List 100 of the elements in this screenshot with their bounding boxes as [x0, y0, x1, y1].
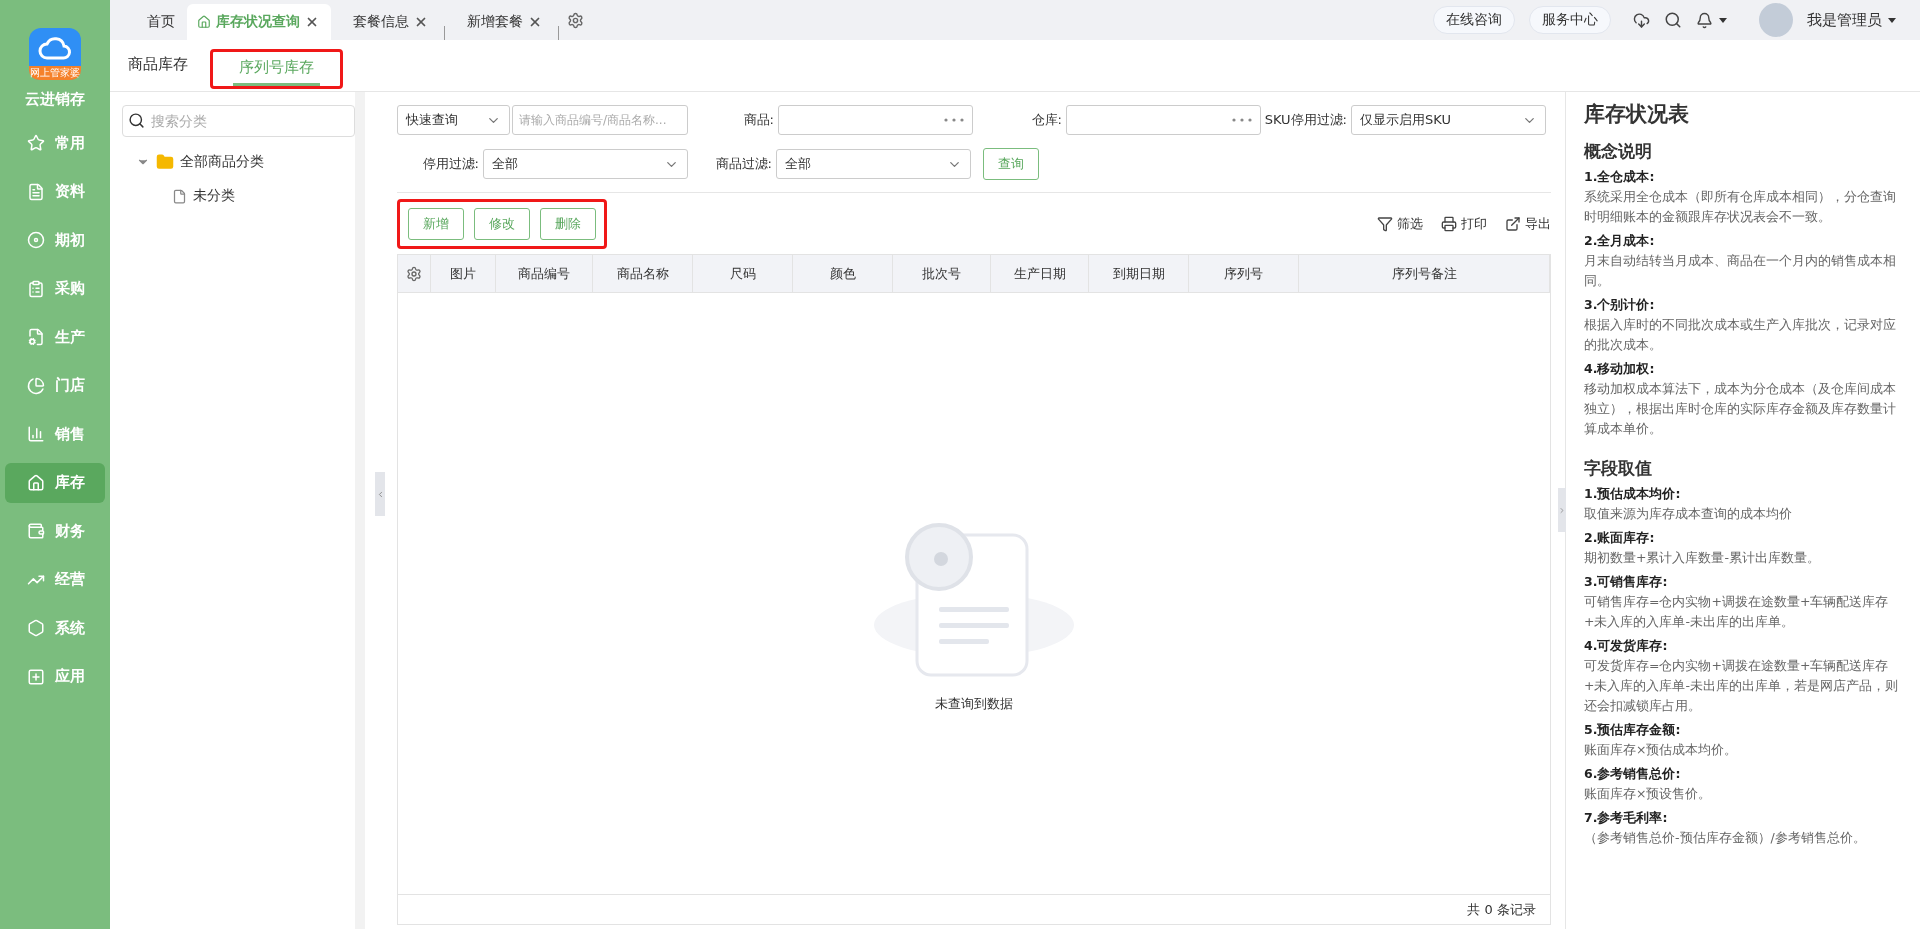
- star-icon: [27, 134, 45, 152]
- cloud-download-icon[interactable]: [1633, 11, 1650, 29]
- page-tab[interactable]: 首页: [125, 4, 187, 40]
- field-label: 停用过滤:: [421, 155, 480, 173]
- info-title: 库存状况表: [1584, 101, 1690, 128]
- query-button[interactable]: 查询: [983, 148, 1039, 180]
- search-icon[interactable]: [1664, 11, 1682, 29]
- toolbar-button[interactable]: 筛选: [1377, 214, 1423, 233]
- term-description: （参考销售总价-预估库存金额）/参考销售总价。: [1584, 829, 1867, 847]
- page-tab[interactable]: 库存状况查询: [187, 4, 331, 40]
- term-label: 4.可发货库存:: [1584, 637, 1669, 655]
- column-header: 颜色: [793, 255, 893, 292]
- term-label: 6.参考销售总价:: [1584, 765, 1682, 783]
- field-label: SKU停用过滤:: [1263, 111, 1348, 129]
- term-label: 2.账面库存:: [1584, 529, 1656, 547]
- nav-item[interactable]: 期初: [5, 220, 105, 260]
- collapse-handle[interactable]: [375, 472, 385, 516]
- settings-icon[interactable]: [567, 11, 584, 29]
- wallet-icon: [27, 522, 45, 540]
- nav-item[interactable]: 常用: [5, 123, 105, 163]
- page-tab[interactable]: 新增套餐: [445, 4, 554, 40]
- term-description: 账面库存×预设售价。: [1584, 785, 1713, 803]
- nav-item[interactable]: 经营: [5, 559, 105, 600]
- scrollbar[interactable]: [355, 92, 365, 929]
- column-header: 商品名称: [593, 255, 693, 292]
- term-description: 月末自动结转当月成本、商品在一个月内的销售成本相同。: [1584, 252, 1897, 290]
- field-label: 商品过滤:: [714, 155, 773, 173]
- export-icon: [1505, 215, 1521, 232]
- term-description: 取值来源为库存成本查询的成本均价: [1584, 505, 1793, 523]
- settings-icon[interactable]: [406, 265, 422, 282]
- action-button[interactable]: 修改: [474, 207, 530, 240]
- empty-message: 未查询到数据: [935, 694, 1013, 713]
- header-button[interactable]: 服务中心: [1529, 6, 1611, 34]
- printer-icon: [1441, 215, 1457, 232]
- bar-chart-icon: [27, 425, 45, 443]
- sub-tab[interactable]: 序列号库存: [233, 52, 320, 86]
- sku-filter-select[interactable]: 仅显示启用SKU: [1351, 105, 1546, 135]
- toolbar-button[interactable]: 打印: [1441, 214, 1487, 233]
- tree-item[interactable]: 全部商品分类: [180, 153, 264, 171]
- sub-tab[interactable]: 商品库存: [122, 40, 194, 91]
- nav-item[interactable]: 财务: [5, 511, 105, 551]
- caret-icon: [1888, 17, 1896, 23]
- column-header: 图片: [431, 255, 496, 292]
- keyword-input[interactable]: 请输入商品编号/商品名称...: [512, 105, 688, 135]
- term-label: 1.全仓成本:: [1584, 168, 1656, 186]
- column-header: 批次号: [893, 255, 991, 292]
- nav-item[interactable]: 采购: [5, 268, 105, 309]
- close-icon[interactable]: [528, 15, 542, 29]
- section-heading: 字段取值: [1584, 457, 1653, 480]
- document-icon: [27, 182, 45, 201]
- logo-badge: 网上管家婆: [29, 66, 81, 80]
- term-description: 可发货库存=仓内实物+调拨在途数量+车辆配送库存+未入库的入库单-未出库的出库单，若是网店产品，则还会扣减锁库占用。: [1584, 657, 1899, 715]
- more-dots-icon[interactable]: [1232, 118, 1252, 122]
- header-button[interactable]: 在线咨询: [1433, 6, 1515, 34]
- query-mode-select[interactable]: 快速查询: [397, 105, 510, 135]
- close-icon[interactable]: [414, 15, 428, 29]
- search-field[interactable]: 搜索分类: [122, 105, 355, 137]
- column-header: 序列号: [1189, 255, 1299, 292]
- warehouse-field[interactable]: [1066, 105, 1261, 135]
- file-icon: [27, 328, 45, 346]
- term-label: 3.可销售库存:: [1584, 573, 1669, 591]
- page-tab[interactable]: 套餐信息: [331, 4, 440, 40]
- action-button[interactable]: 删除: [540, 207, 596, 240]
- chevron-right-icon: [1558, 505, 1566, 515]
- term-label: 5.预估库存金额:: [1584, 721, 1682, 739]
- field-label: 仓库:: [1030, 111, 1063, 129]
- caret-icon[interactable]: [1719, 17, 1727, 23]
- app-name: 云进销存: [25, 90, 85, 109]
- term-label: 4.移动加权:: [1584, 360, 1656, 378]
- field-label: 商品:: [742, 111, 775, 129]
- product-filter-select[interactable]: 全部: [776, 149, 971, 179]
- column-header: 商品编号: [496, 255, 593, 292]
- nav-item[interactable]: 资料: [5, 171, 105, 212]
- nav-item[interactable]: 应用: [5, 656, 105, 697]
- term-label: 7.参考毛利率:: [1584, 809, 1669, 827]
- record-count: 共 0 条记录: [1467, 900, 1536, 919]
- toolbar-button[interactable]: 导出: [1505, 214, 1551, 233]
- term-label: 1.预估成本均价:: [1584, 485, 1682, 503]
- column-header: 生产日期: [991, 255, 1089, 292]
- term-description: 账面库存×预估成本均价。: [1584, 741, 1739, 759]
- product-field[interactable]: [778, 105, 973, 135]
- user-menu[interactable]: 我是管理员: [1807, 10, 1896, 30]
- term-label: 2.全月成本:: [1584, 232, 1656, 250]
- column-header: 序列号备注: [1299, 255, 1550, 292]
- hexagon-icon: [27, 619, 45, 637]
- term-description: 根据入库时的不同批次成本或生产入库批次，记录对应的批次成本。: [1584, 316, 1897, 354]
- term-description: 期初数量+累计入库数量-累计出库数量。: [1584, 549, 1821, 567]
- nav-item[interactable]: 销售: [5, 414, 105, 454]
- disc-icon: [27, 231, 45, 249]
- nav-item[interactable]: 库存: [5, 462, 105, 503]
- close-icon[interactable]: [305, 15, 319, 29]
- nav-item[interactable]: 系统: [5, 608, 105, 648]
- nav-item[interactable]: 生产: [5, 317, 105, 357]
- action-button[interactable]: 新增: [408, 207, 464, 240]
- tree-item[interactable]: 未分类: [193, 187, 235, 205]
- bell-icon[interactable]: [1696, 11, 1713, 29]
- collapse-handle[interactable]: [1558, 488, 1566, 532]
- nav-item[interactable]: 门店: [5, 365, 105, 406]
- clipboard-icon: [27, 279, 45, 298]
- more-dots-icon[interactable]: [944, 118, 964, 122]
